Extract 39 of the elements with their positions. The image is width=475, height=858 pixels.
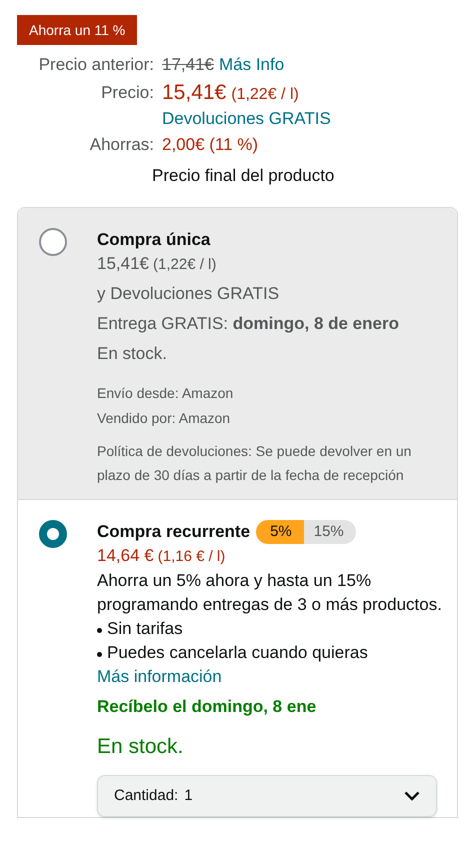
radio-button[interactable] bbox=[39, 228, 67, 256]
price-value: 2,00€ (11 %) bbox=[162, 134, 258, 156]
more-info-link[interactable]: Más Info bbox=[219, 52, 284, 78]
discount-tier: 15% bbox=[304, 520, 356, 544]
option-price: 15,41€ bbox=[97, 253, 149, 275]
subscribe-description: Ahorra un 5% ahora y hasta un 15% programando entregas de 3 o más productos. bbox=[97, 570, 443, 616]
discount-badge: Ahorra un 11 % bbox=[17, 15, 138, 45]
option-price: 14,64 € bbox=[97, 545, 154, 567]
returns-text: y Devoluciones GRATIS bbox=[97, 283, 280, 305]
purchase-option[interactable] bbox=[18, 208, 457, 499]
chevron-down-icon bbox=[404, 791, 420, 801]
stock-status: En stock. bbox=[97, 343, 168, 365]
return-policy: Política de devoluciones: Se puede devolver en un plazo de 30 días a partir de la fecha de recepción bbox=[97, 442, 412, 485]
radio-button[interactable] bbox=[39, 520, 67, 548]
stock-status: En stock. bbox=[97, 734, 184, 760]
price-label: Ahorras: bbox=[90, 134, 154, 156]
seller-info: Envío desde: Amazon bbox=[97, 384, 234, 403]
bullet-icon bbox=[97, 652, 102, 657]
benefit-text: Sin tarifas bbox=[107, 618, 183, 640]
unit-price: (1,22€ / l) bbox=[153, 255, 216, 275]
delivery-message: Recíbelo el domingo, 8 ene bbox=[97, 696, 318, 718]
quantity-dropdown[interactable]: Cantidad: 1 bbox=[97, 775, 437, 817]
price-label: Precio: bbox=[101, 82, 154, 104]
price-label: Precio anterior: bbox=[38, 54, 154, 76]
returns-link[interactable]: Devoluciones GRATIS bbox=[162, 107, 331, 131]
purchase-option[interactable] bbox=[18, 499, 457, 817]
option-title: Compra recurrente bbox=[97, 521, 250, 543]
final-price-note: Precio final del producto bbox=[152, 165, 334, 187]
discount-tier: 5% bbox=[256, 520, 304, 544]
option-title: Compra única bbox=[97, 229, 212, 251]
benefit-text: Puedes cancelarla cuando quieras bbox=[107, 642, 368, 664]
seller-info: Vendido por: Amazon bbox=[97, 409, 232, 428]
delivery-text: Entrega GRATIS: domingo, 8 de enero bbox=[97, 313, 400, 335]
bullet-icon bbox=[97, 628, 102, 633]
unit-price: (1,22€ / l) bbox=[231, 85, 299, 105]
more-information-link[interactable]: Más información bbox=[97, 665, 222, 689]
price-value: 17,41€ bbox=[162, 54, 214, 76]
price-value: 15,41€ bbox=[162, 80, 226, 106]
unit-price: (1,16 € / l) bbox=[158, 547, 226, 567]
